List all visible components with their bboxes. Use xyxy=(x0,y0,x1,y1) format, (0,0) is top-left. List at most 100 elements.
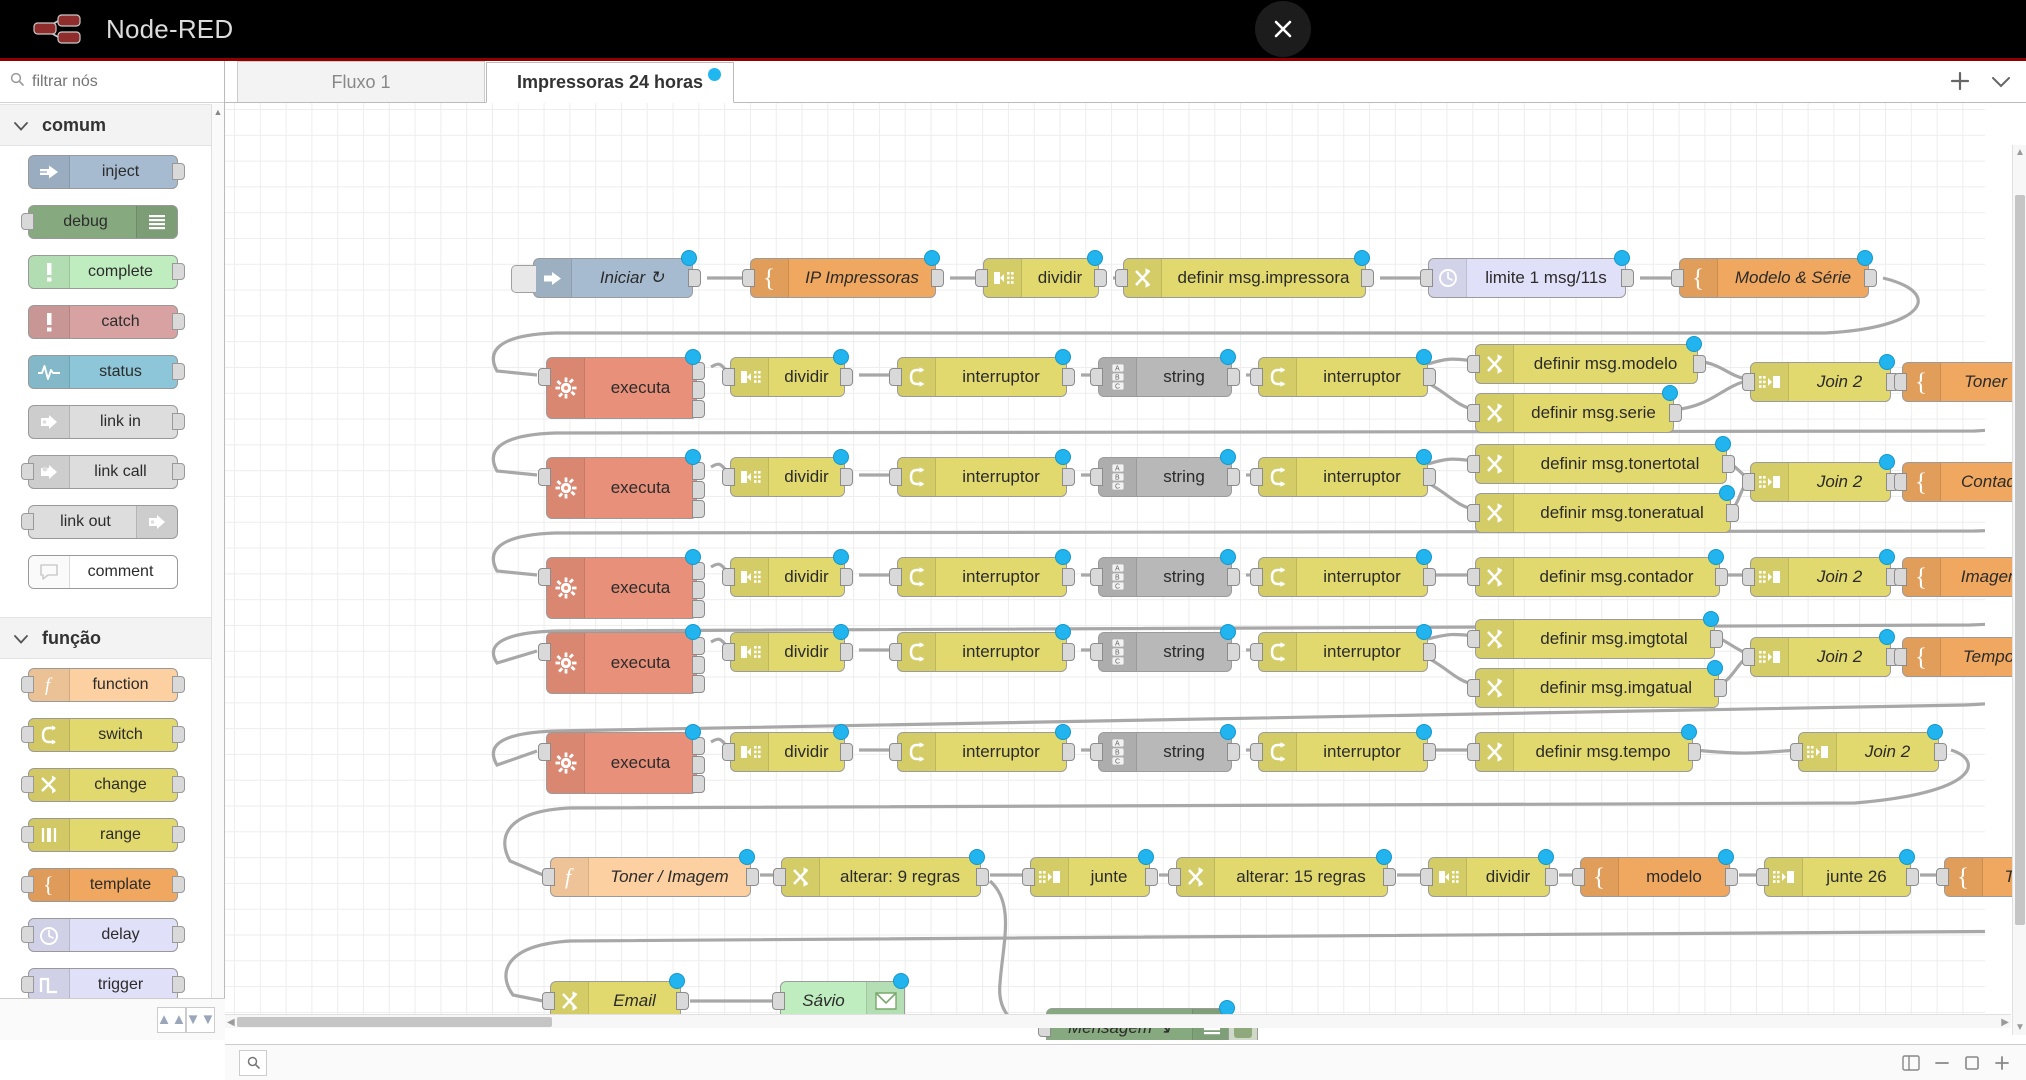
palette-node-inject[interactable]: inject xyxy=(28,155,185,189)
flow-node-r2c[interactable]: interruptor xyxy=(889,349,1075,397)
input-port[interactable] xyxy=(21,876,34,893)
palette-node-complete[interactable]: complete xyxy=(28,255,185,289)
input-port[interactable] xyxy=(538,368,551,386)
output-port[interactable] xyxy=(172,263,185,280)
flow-node-r3c[interactable]: interruptor xyxy=(889,449,1075,497)
palette-category-funcao[interactable]: função xyxy=(0,617,212,659)
output-port[interactable] xyxy=(692,481,705,499)
flow-node-n4[interactable]: definir msg.impressora xyxy=(1115,250,1374,298)
input-port[interactable] xyxy=(1467,455,1480,473)
close-icon[interactable] xyxy=(1255,1,1311,57)
input-port[interactable] xyxy=(1168,868,1181,886)
output-port[interactable] xyxy=(172,776,185,793)
output-port[interactable] xyxy=(1693,355,1706,373)
flow-node-r7e[interactable]: dividir xyxy=(1420,849,1558,897)
flow-node-r4f[interactable]: definir msg.contador xyxy=(1467,549,1728,597)
flow-node-r3i[interactable]: {Contador xyxy=(1894,462,2026,502)
output-port[interactable] xyxy=(172,363,185,380)
input-port[interactable] xyxy=(21,826,34,843)
input-port[interactable] xyxy=(772,992,785,1010)
input-port[interactable] xyxy=(1572,868,1585,886)
flow-node-r4h[interactable]: Join 2 xyxy=(1742,549,1899,597)
output-port[interactable] xyxy=(1906,868,1919,886)
tab-menu-button[interactable] xyxy=(1992,75,2010,93)
output-port[interactable] xyxy=(1227,743,1240,761)
input-port[interactable] xyxy=(1090,568,1103,586)
output-port[interactable] xyxy=(1361,269,1374,287)
scroll-left-icon[interactable]: ◀ xyxy=(227,1017,235,1028)
flow-node-n1[interactable]: Iniciar ↻ xyxy=(511,250,701,298)
palette-node-status[interactable]: status xyxy=(28,355,185,389)
flow-node-r4e[interactable]: interruptor xyxy=(1250,549,1436,597)
flow-node-r5a[interactable]: executa xyxy=(538,624,705,694)
flow-node-r6d[interactable]: A B Cstring xyxy=(1090,724,1240,772)
input-port[interactable] xyxy=(21,213,34,230)
output-port[interactable] xyxy=(692,600,705,618)
input-port[interactable] xyxy=(1742,373,1755,391)
vscroll-thumb[interactable] xyxy=(2015,195,2025,925)
input-port[interactable] xyxy=(975,269,988,287)
input-port[interactable] xyxy=(1467,679,1480,697)
output-port[interactable] xyxy=(172,413,185,430)
output-port[interactable] xyxy=(840,468,853,486)
input-port[interactable] xyxy=(1936,868,1949,886)
flow-canvas[interactable]: Iniciar ↻ {IP Impressoras dividir definir m… xyxy=(225,103,2026,1040)
output-port[interactable] xyxy=(172,926,185,943)
output-port[interactable] xyxy=(1227,468,1240,486)
output-port[interactable] xyxy=(1227,368,1240,386)
input-port[interactable] xyxy=(21,776,34,793)
tab-impressoras-24-horas[interactable]: Impressoras 24 horas xyxy=(486,62,734,103)
flow-node-r5c[interactable]: interruptor xyxy=(889,624,1075,672)
output-port[interactable] xyxy=(1669,404,1682,422)
output-port[interactable] xyxy=(172,163,185,180)
flow-node-r4i[interactable]: {Imagem xyxy=(1894,557,2026,597)
flow-node-r6b[interactable]: dividir xyxy=(722,724,853,772)
output-port[interactable] xyxy=(931,269,944,287)
flow-node-r2i[interactable]: {Toner xyxy=(1894,354,2026,402)
flow-node-r5f[interactable]: definir msg.imgtotal xyxy=(1467,611,1723,659)
palette-filter-input[interactable] xyxy=(32,72,202,91)
output-port[interactable] xyxy=(1227,643,1240,661)
output-port[interactable] xyxy=(1726,504,1739,522)
palette-node-template[interactable]: { template xyxy=(21,868,185,902)
output-port[interactable] xyxy=(1545,868,1558,886)
output-port[interactable] xyxy=(1383,868,1396,886)
input-port[interactable] xyxy=(21,676,34,693)
tab-fluxo-1[interactable]: Fluxo 1 xyxy=(237,61,485,102)
palette-node-link-call[interactable]: link call xyxy=(21,455,185,489)
flow-node-n6[interactable]: {Modelo & Série xyxy=(1671,250,1877,298)
flow-node-r2d[interactable]: A B Cstring xyxy=(1090,349,1240,397)
output-port[interactable] xyxy=(692,756,705,774)
input-port[interactable] xyxy=(722,368,735,386)
input-port[interactable] xyxy=(889,568,902,586)
flow-node-r7f[interactable]: {modelo xyxy=(1572,849,1738,897)
output-port[interactable] xyxy=(1423,468,1436,486)
input-port[interactable] xyxy=(1420,868,1433,886)
output-port[interactable] xyxy=(840,368,853,386)
palette-scrollbar[interactable]: ▲ ▼ xyxy=(211,104,224,1037)
output-port[interactable] xyxy=(692,675,705,693)
flow-node-r7d[interactable]: alterar: 15 regras xyxy=(1168,849,1396,897)
input-port[interactable] xyxy=(1467,630,1480,648)
palette-node-trigger[interactable]: trigger xyxy=(21,968,185,1002)
input-port[interactable] xyxy=(1090,368,1103,386)
input-port[interactable] xyxy=(1742,568,1755,586)
output-port[interactable] xyxy=(1145,868,1158,886)
output-port[interactable] xyxy=(1062,743,1075,761)
input-port[interactable] xyxy=(889,643,902,661)
palette-node-catch[interactable]: catch xyxy=(28,305,185,339)
flow-node-r2b[interactable]: dividir xyxy=(722,349,853,397)
output-port[interactable] xyxy=(1934,743,1947,761)
input-port[interactable] xyxy=(1420,269,1433,287)
output-port[interactable] xyxy=(1227,568,1240,586)
flow-node-n3[interactable]: dividir xyxy=(975,250,1107,298)
input-port[interactable] xyxy=(742,269,755,287)
flow-node-n5[interactable]: limite 1 msg/11s xyxy=(1420,250,1634,298)
output-port[interactable] xyxy=(172,676,185,693)
output-port[interactable] xyxy=(172,826,185,843)
output-port[interactable] xyxy=(1062,468,1075,486)
input-port[interactable] xyxy=(1742,473,1755,491)
palette-node-range[interactable]: range xyxy=(21,818,185,852)
output-port[interactable] xyxy=(1423,743,1436,761)
input-port[interactable] xyxy=(1250,743,1263,761)
